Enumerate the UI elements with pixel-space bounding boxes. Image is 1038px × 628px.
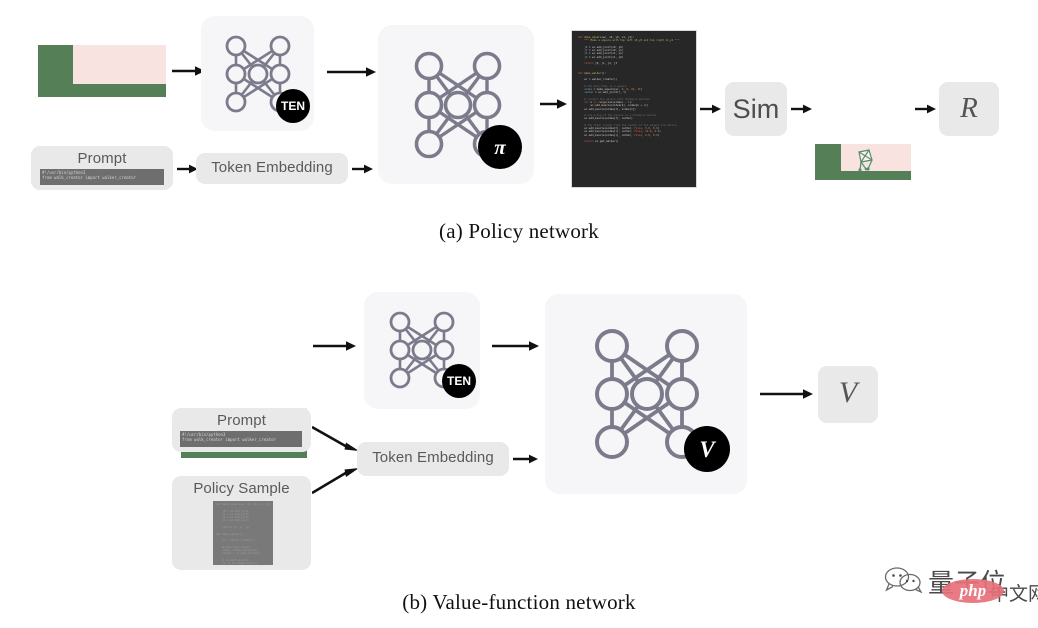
walker-figure-icon (858, 149, 873, 172)
pi-badge: π (478, 125, 522, 169)
policy-network-panel: π (378, 25, 534, 184)
caption-policy-network: (a) Policy network (439, 219, 599, 243)
value-output-box: V (818, 366, 878, 423)
ten-badge: TEN (442, 364, 476, 398)
prompt-label: Prompt (217, 412, 266, 429)
prompt-code-snippet: #!/usr/bin/python3 from walk_creator imp… (40, 169, 164, 185)
prompt-code-text: #!/usr/bin/python3 from walk_creator imp… (42, 170, 136, 180)
ten-badge: TEN (276, 89, 310, 123)
policy-ten-encoder-panel: TEN (201, 16, 314, 131)
arrow-prompt-to-embedding (312, 425, 359, 451)
value-token-embedding-box: Token Embedding (357, 442, 509, 476)
arrow-ten-to-value (492, 341, 539, 351)
watermark: 量子位 中文网 php (884, 565, 1038, 605)
value-ten-encoder-panel: TEN (364, 292, 480, 409)
prompt-code-snippet: #!/usr/bin/python3 from walk_creator imp… (180, 431, 302, 447)
token-embedding-label: Token Embedding (211, 159, 333, 176)
arrow-terrain-to-ten (313, 341, 356, 351)
policy-token-embedding-box: Token Embedding (196, 153, 348, 184)
policy-terrain-input (38, 45, 166, 97)
token-embedding-label: Token Embedding (372, 449, 494, 466)
arrow-value-to-output (760, 389, 813, 399)
value-output-label: V (838, 376, 858, 409)
terrain-ground-strip (38, 84, 166, 97)
arrow-sim-to-output (791, 104, 812, 114)
caption-value-network: (b) Value-function network (402, 590, 636, 614)
reward-box: R (939, 82, 999, 136)
prompt-code-text: #!/usr/bin/python3 from walk_creator imp… (182, 432, 276, 442)
arrow-embedding-to-policy (352, 164, 373, 174)
policy-sample-code: def make_square(wc, x0, y0, x1, y1): j0 … (213, 501, 273, 565)
reward-label: R (960, 92, 978, 124)
arrow-policy-to-code (540, 99, 567, 109)
wechat-bubble-icon (884, 567, 923, 593)
arrow-code-to-sim (700, 104, 721, 114)
value-network-panel: V (545, 294, 747, 494)
terrain-step-block (815, 144, 841, 172)
php-badge: php (942, 579, 1004, 603)
figure-canvas: TEN Prompt #!/usr/bin/python3 from walk_… (0, 0, 1038, 628)
v-badge: V (684, 426, 730, 472)
arrow-sample-to-embedding (312, 468, 359, 495)
policy-code-output: def make_square(wc, x0, y0, x1, y1): """… (571, 30, 697, 188)
policy-sample-code-text: def make_square(wc, x0, y0, x1, y1): j0 … (216, 503, 273, 565)
policy-sample-label: Policy Sample (193, 480, 290, 497)
arrow-output-to-reward (915, 104, 936, 114)
value-prompt-box: Prompt #!/usr/bin/python3 from walk_crea… (172, 408, 311, 452)
sim-label: Sim (732, 94, 780, 124)
policy-sample-box: Policy Sample def make_square(wc, x0, y0… (172, 476, 311, 570)
code-output-text: def make_square(wc, x0, y0, x1, y1): """… (578, 36, 680, 143)
arrow-ten-to-policy (327, 67, 376, 77)
arrow-embedding-to-value (513, 454, 538, 464)
sim-box: Sim (725, 82, 787, 136)
policy-prompt-box: Prompt #!/usr/bin/python3 from walk_crea… (31, 146, 173, 190)
sim-output-terrain (815, 144, 911, 180)
terrain-step-block (38, 45, 73, 85)
prompt-label: Prompt (77, 150, 127, 167)
